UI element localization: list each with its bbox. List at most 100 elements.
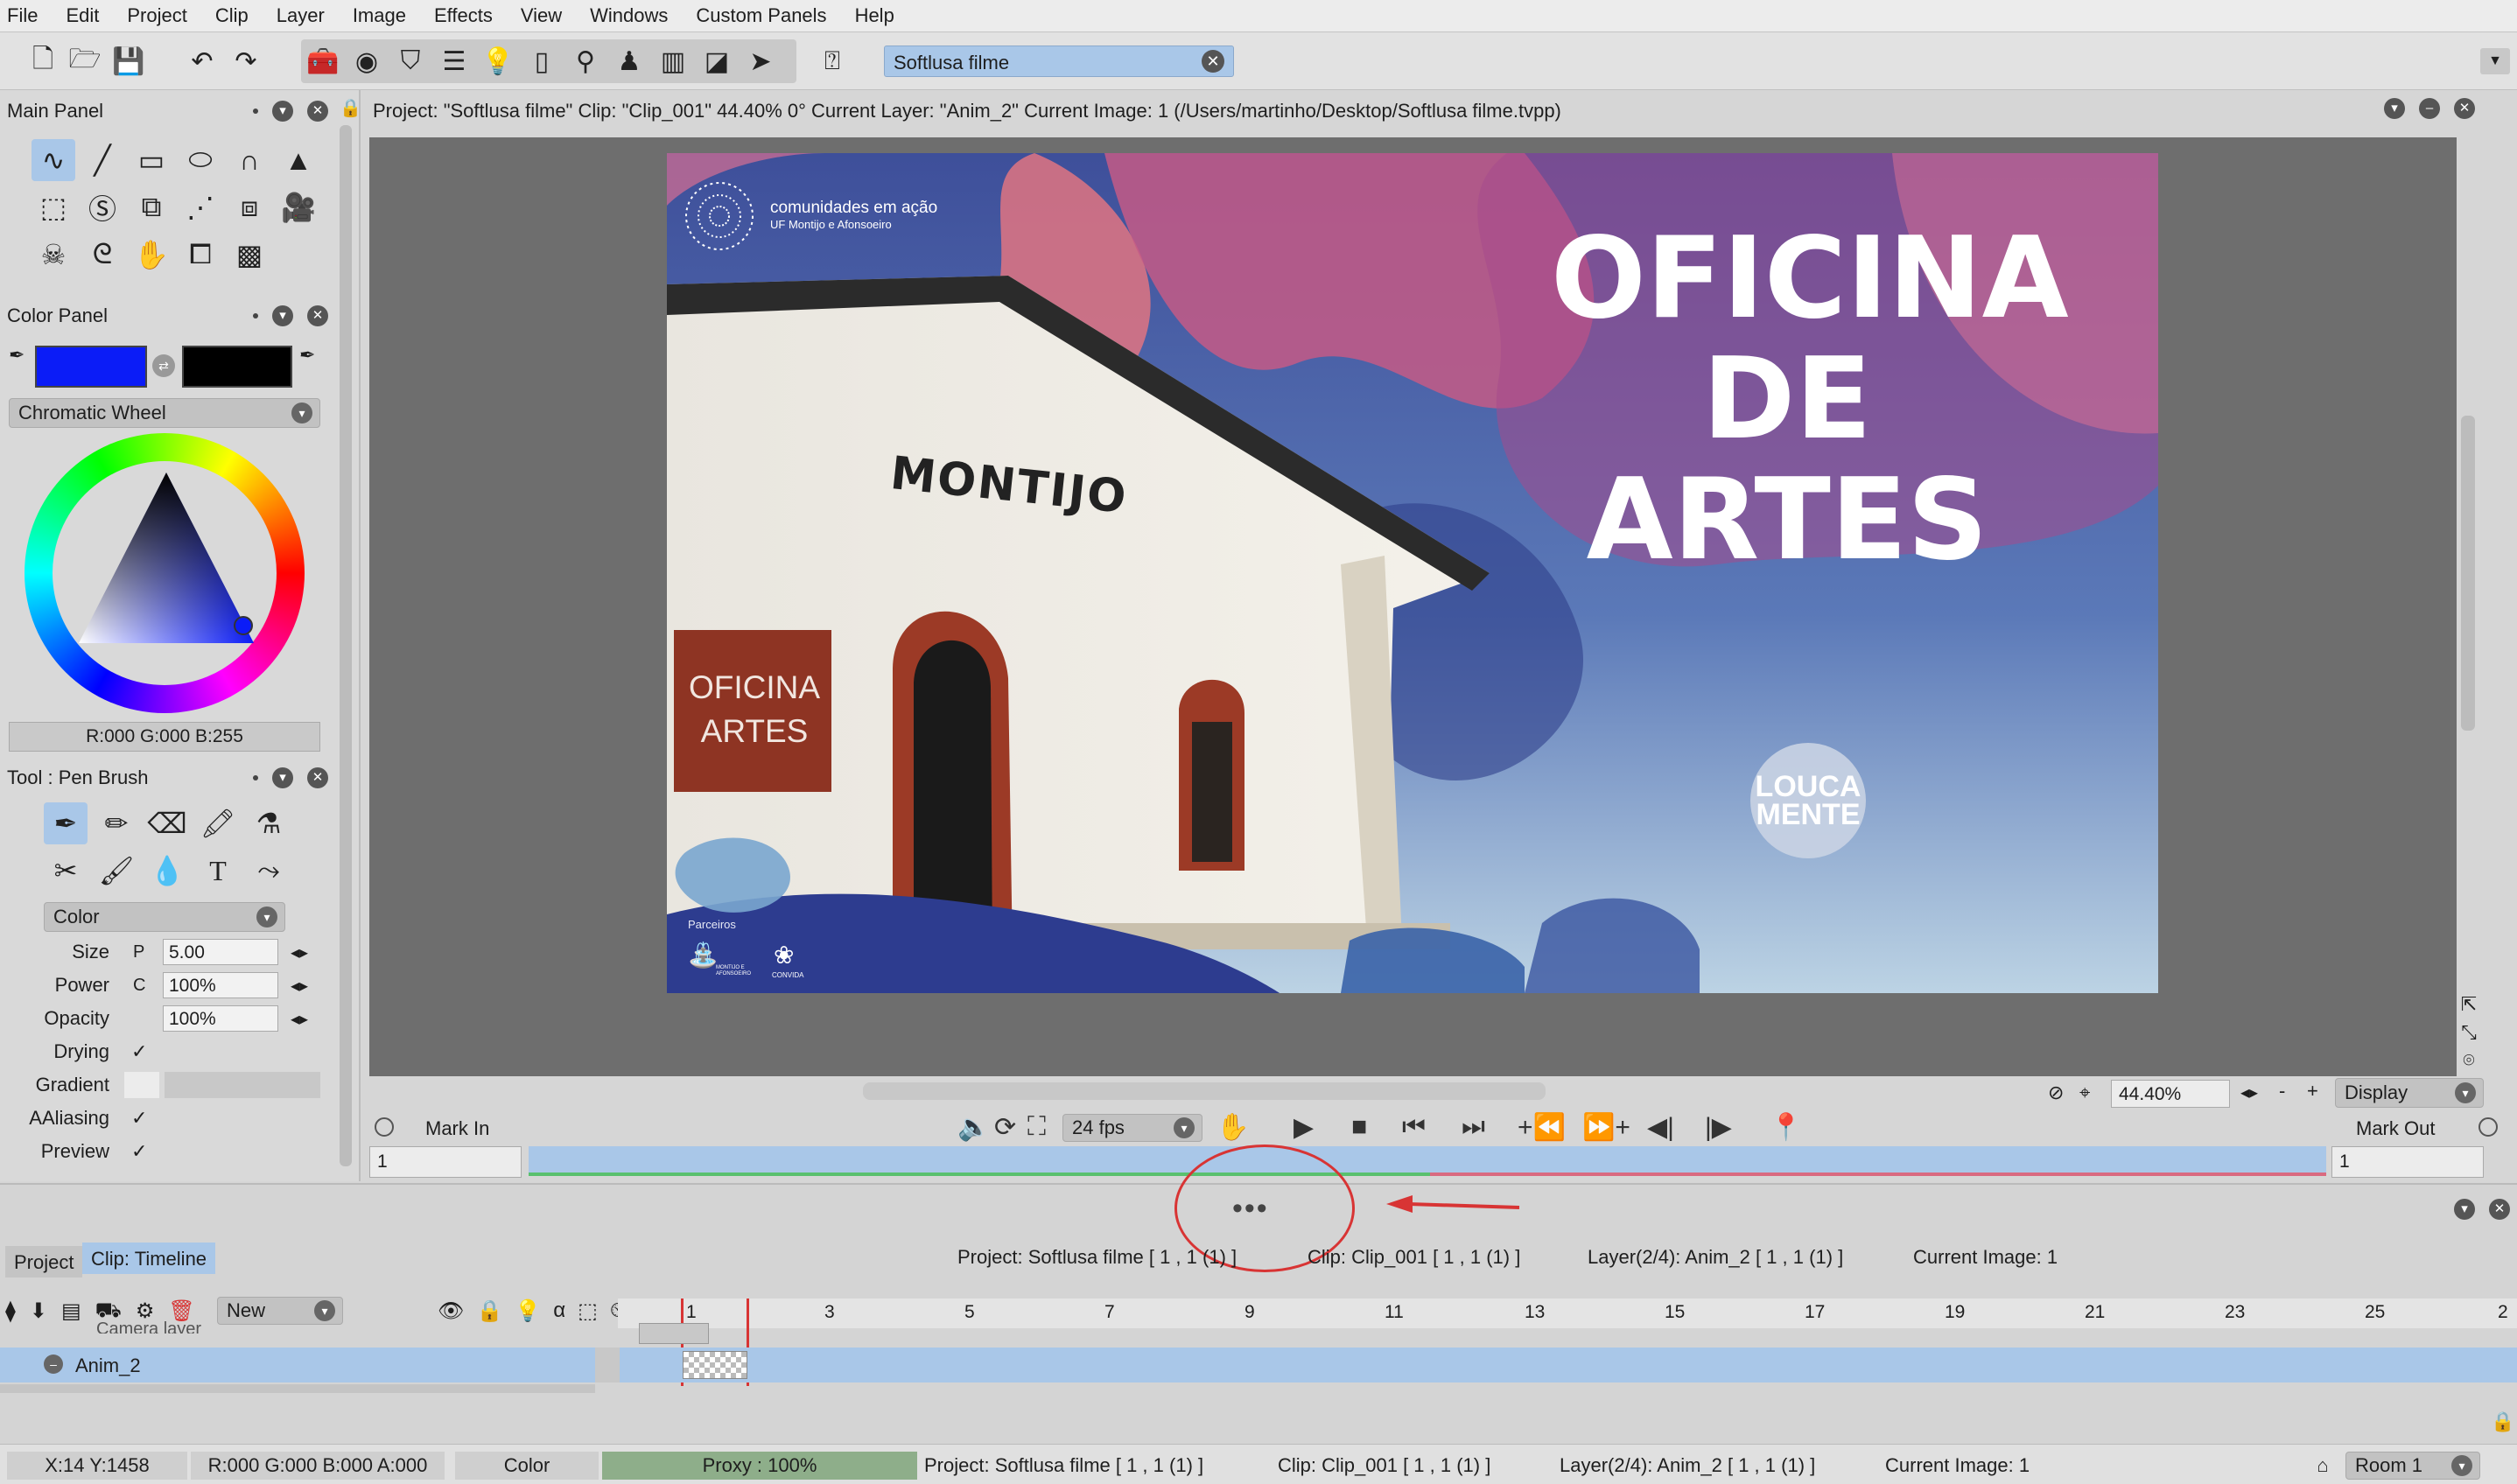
collapse-layer-icon[interactable]: –	[44, 1354, 63, 1374]
send-icon[interactable]: ➤	[744, 45, 777, 78]
close-icon[interactable]: ✕	[2489, 1199, 2510, 1220]
line-tool-icon[interactable]: ╱	[81, 139, 124, 181]
undo-icon[interactable]: ↶	[186, 45, 219, 78]
marker-icon[interactable]: 🖍	[196, 802, 240, 844]
prev-frame-icon[interactable]: ◀|	[1647, 1112, 1674, 1143]
chevron-down-icon[interactable]: ▾	[2384, 98, 2405, 119]
go-to-end-icon[interactable]: ⏭	[1462, 1112, 1485, 1142]
menu-custom-panels[interactable]: Custom Panels	[696, 4, 826, 27]
color-mode-dropdown[interactable]: Chromatic Wheel ▾	[9, 398, 320, 428]
warp-tool-icon[interactable]: ⋰	[179, 186, 222, 228]
lock-icon[interactable]: 🔒	[2491, 1410, 2514, 1433]
center-view-icon[interactable]: ⌖	[2079, 1082, 2090, 1104]
pressure-toggle[interactable]: P	[133, 942, 144, 962]
menu-layer[interactable]: Layer	[277, 4, 325, 27]
marker-pin-icon[interactable]: 📍	[1770, 1112, 1802, 1143]
layer-name-camera[interactable]: Camera layer	[96, 1320, 201, 1334]
room-dropdown[interactable]: Room 1 ▾	[2345, 1452, 2480, 1480]
freehand-tool-icon[interactable]: ∿	[32, 139, 75, 181]
alpha-icon[interactable]: α	[553, 1298, 565, 1324]
close-icon[interactable]: ✕	[2454, 98, 2475, 119]
opacity-stepper-icon[interactable]: ◂▸	[291, 1008, 308, 1030]
clone-tool-icon[interactable]: ⧈	[228, 186, 271, 228]
fps-dropdown[interactable]: 24 fps ▾	[1062, 1114, 1202, 1142]
color-triangle[interactable]	[70, 468, 263, 652]
timeline-ruler[interactable]: 1 3 5 7 9 11 13 15 17 19 21 23 25 2	[618, 1298, 2517, 1386]
panel-drag-handle[interactable]	[253, 313, 258, 318]
camera-tool-icon[interactable]: 🎥	[277, 186, 320, 228]
zoom-out-icon[interactable]: -	[2279, 1080, 2285, 1102]
proxy-indicator[interactable]: Proxy : 100%	[602, 1452, 917, 1480]
opacity-field[interactable]: 100%	[163, 1005, 278, 1032]
search-input[interactable]: Softlusa filme ✕	[884, 46, 1234, 77]
menu-project[interactable]: Project	[127, 4, 186, 27]
chromatic-wheel[interactable]	[25, 433, 305, 713]
display-dropdown[interactable]: Display ▾	[2335, 1078, 2484, 1108]
chart-tool-icon[interactable]: ◪	[700, 45, 733, 78]
menu-edit[interactable]: Edit	[66, 4, 99, 27]
frame-bounds-icon[interactable]: ⛶	[1027, 1112, 1046, 1142]
speaker-icon[interactable]: 🔈	[957, 1112, 990, 1143]
close-icon[interactable]: ✕	[307, 767, 328, 788]
chevron-down-icon[interactable]: ▾	[272, 767, 293, 788]
swap-colors-icon[interactable]: ⇄	[152, 354, 175, 377]
stop-icon[interactable]: ■	[1351, 1112, 1367, 1142]
empty-frame-thumbnail[interactable]	[683, 1351, 747, 1379]
aaliasing-checkbox[interactable]: ✓	[131, 1107, 147, 1130]
hand-tool-icon[interactable]: ✋	[130, 234, 173, 276]
zoom-in-icon[interactable]: +	[2307, 1080, 2318, 1102]
menu-help[interactable]: Help	[855, 4, 894, 27]
size-field[interactable]: 5.00	[163, 939, 278, 965]
text-tool-icon[interactable]: T	[196, 850, 240, 892]
eyedropper-icon[interactable]: ✒	[299, 344, 315, 367]
search-icon[interactable]: ⚲	[569, 45, 602, 78]
chevron-down-icon[interactable]: ▾	[272, 305, 293, 326]
paper-tool-icon[interactable]: ⧠	[179, 234, 222, 276]
selection-icon[interactable]: ⬚	[578, 1298, 598, 1324]
menu-clip[interactable]: Clip	[215, 4, 249, 27]
view-horizontal-scrollbar[interactable]	[863, 1082, 1546, 1100]
in-frame-field[interactable]: 1	[369, 1146, 522, 1178]
fit-icon[interactable]: ⇱	[2457, 990, 2480, 1018]
pencil-icon[interactable]: ✏	[95, 802, 138, 844]
layer-stack-icon[interactable]: ⧫	[5, 1298, 16, 1325]
next-frame-icon[interactable]: |▶	[1705, 1112, 1732, 1143]
new-file-icon[interactable]: 🗋	[26, 45, 60, 78]
fill-tool-icon[interactable]: ▲	[277, 139, 320, 181]
panel-drag-handle[interactable]	[253, 108, 258, 114]
smudge-icon[interactable]: ⤳	[247, 850, 291, 892]
water-drop-icon[interactable]: 💧	[145, 850, 189, 892]
next-key-icon[interactable]: ⏩+	[1582, 1112, 1630, 1143]
tab-project[interactable]: Project	[5, 1246, 83, 1278]
menu-windows[interactable]: Windows	[590, 4, 668, 27]
layers-icon[interactable]: ☰	[438, 45, 471, 78]
primary-color-swatch[interactable]	[35, 346, 147, 388]
gradient-preview[interactable]	[165, 1072, 320, 1098]
timeline-scrubber[interactable]	[529, 1146, 2326, 1176]
more-options-icon[interactable]: •••	[1232, 1192, 1269, 1226]
stamp-icon[interactable]: ⌾	[2457, 1046, 2480, 1074]
power-stepper-icon[interactable]: ◂▸	[291, 975, 308, 997]
left-scrollbar[interactable]	[340, 125, 352, 1166]
mark-in-toggle[interactable]	[375, 1117, 394, 1137]
camera-layer-block[interactable]	[639, 1323, 709, 1344]
ellipse-tool-icon[interactable]: ⬭	[179, 139, 222, 181]
airbrush-icon[interactable]: ⚗	[247, 802, 291, 844]
panel-drag-handle[interactable]	[253, 775, 258, 780]
power-field[interactable]: 100%	[163, 972, 278, 998]
lock-icon[interactable]: 🔒	[476, 1298, 502, 1324]
pressure-toggle[interactable]: C	[133, 976, 145, 996]
film-strip-icon[interactable]: ▯	[525, 45, 558, 78]
mark-out-toggle[interactable]	[2478, 1117, 2498, 1137]
brush-stack-icon[interactable]: ⛉	[394, 45, 427, 78]
gradient-checkbox[interactable]	[124, 1072, 159, 1098]
prev-key-icon[interactable]: +⏪	[1518, 1112, 1566, 1143]
skull-tool-icon[interactable]: ☠	[32, 234, 75, 276]
tab-clip-timeline[interactable]: Clip: Timeline	[82, 1242, 216, 1274]
pattern-tool-icon[interactable]: ▩	[228, 234, 271, 276]
drying-checkbox[interactable]: ✓	[131, 1040, 147, 1063]
out-frame-field[interactable]: 1	[2331, 1146, 2484, 1178]
help-icon[interactable]: ⍰	[816, 45, 849, 78]
paintbrush-icon[interactable]: 🖌	[95, 850, 138, 892]
home-icon[interactable]: ⌂	[2307, 1452, 2338, 1480]
